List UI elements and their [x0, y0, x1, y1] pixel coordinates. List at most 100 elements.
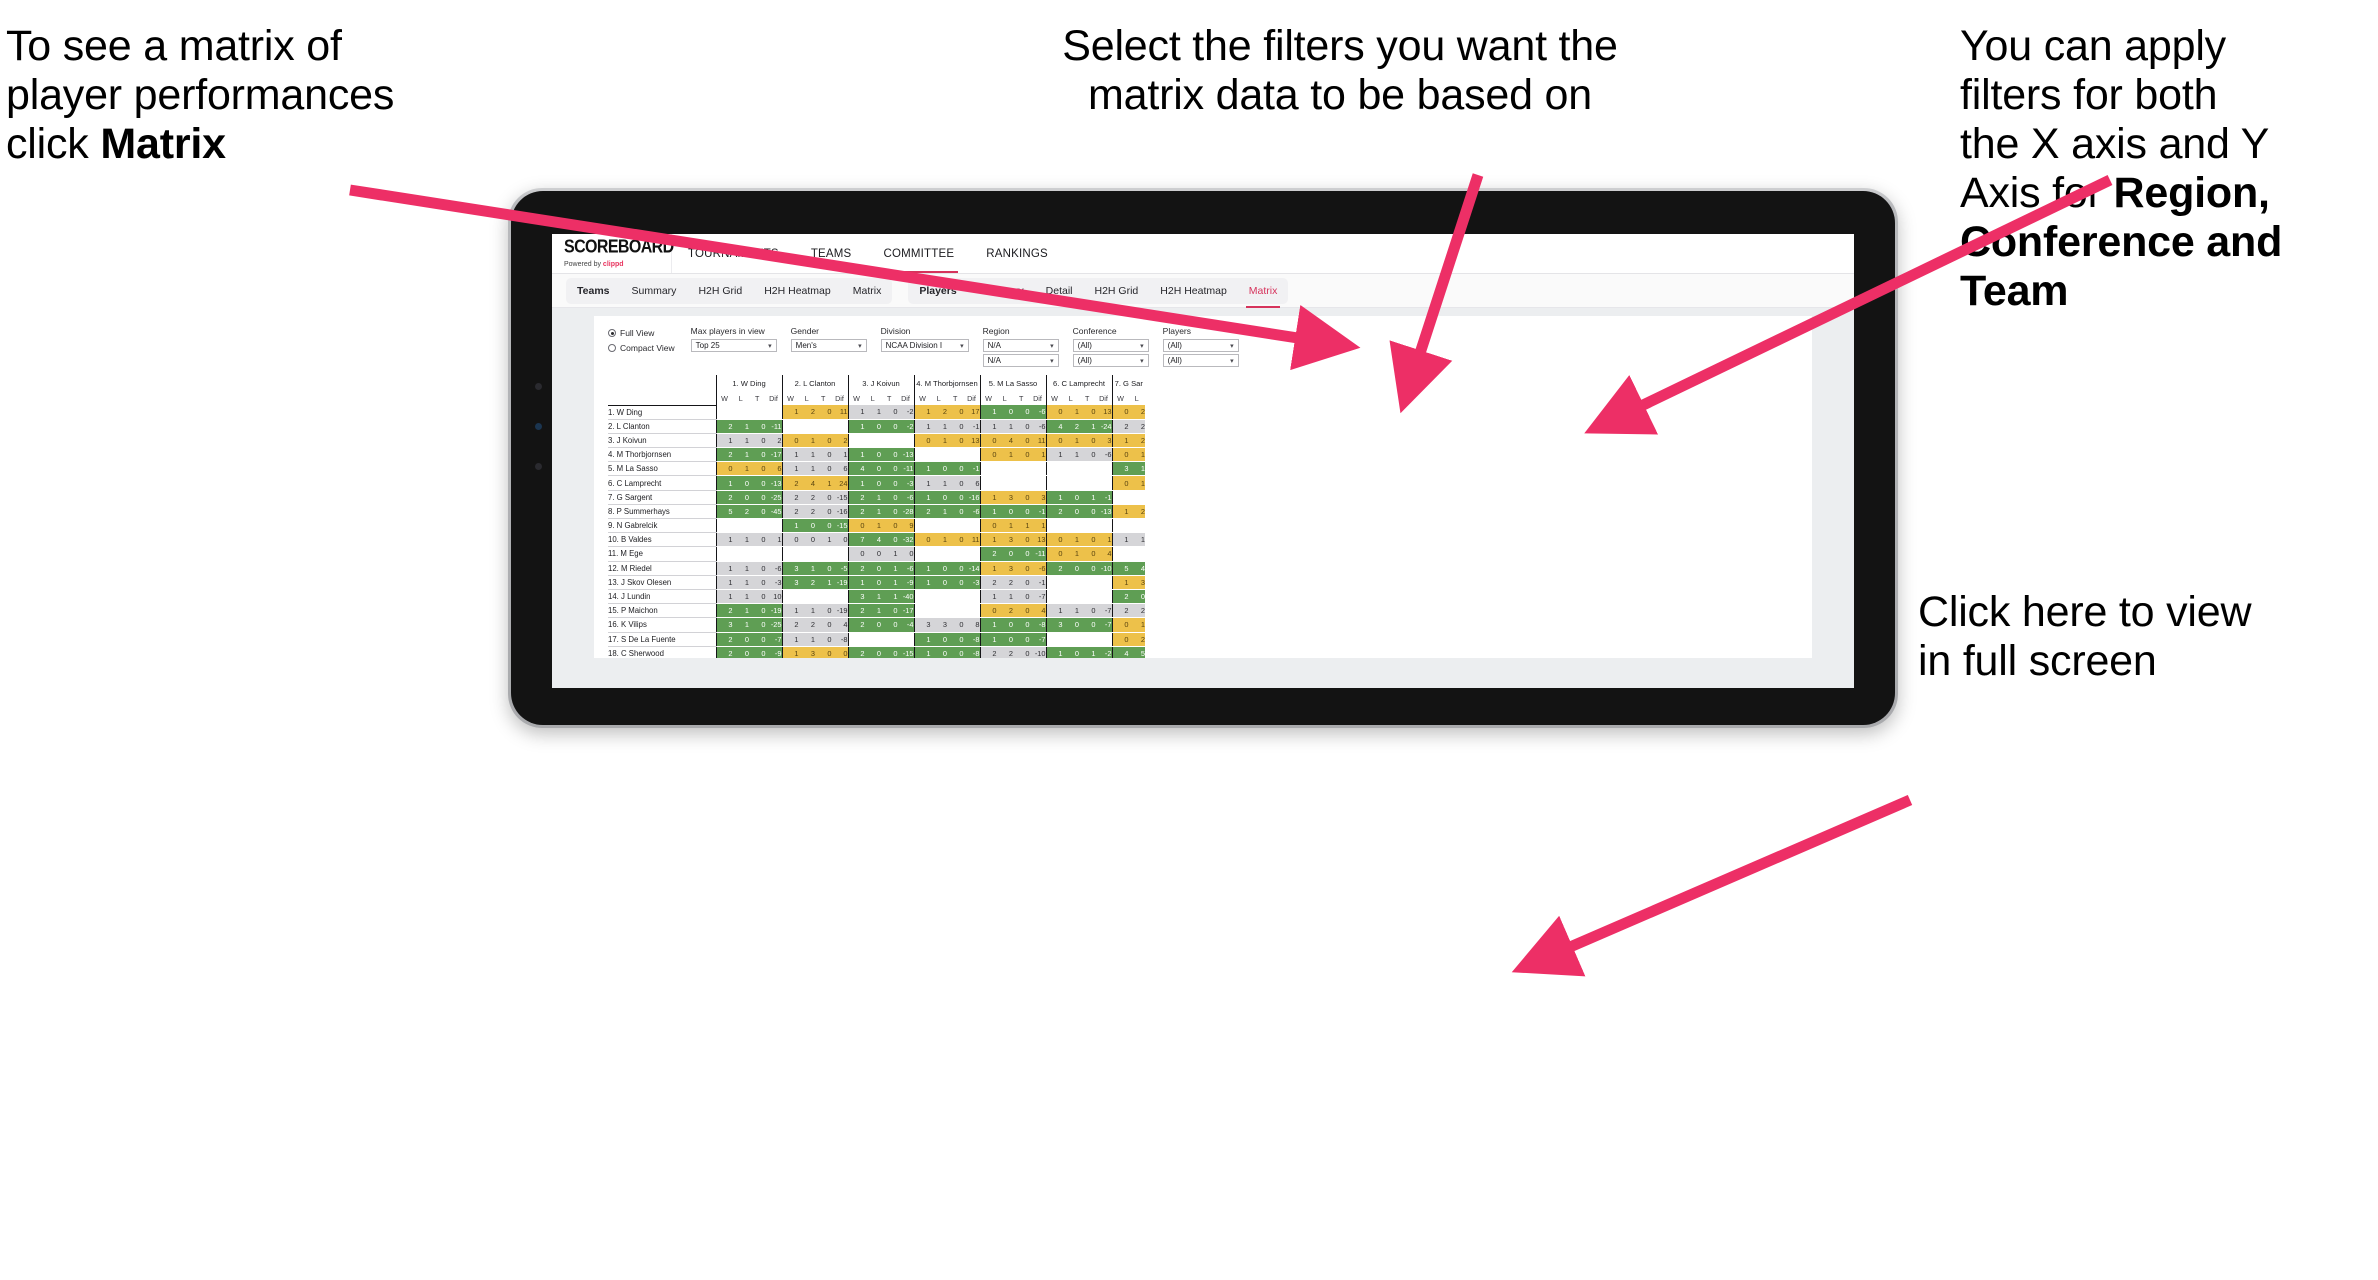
matrix-cell[interactable]: 0 — [1013, 433, 1030, 449]
matrix-cell[interactable]: 1 — [1045, 447, 1063, 463]
matrix-cell[interactable] — [1128, 546, 1145, 562]
matrix-cell[interactable]: 2 — [930, 405, 947, 420]
matrix-cell[interactable]: 2 — [798, 617, 815, 633]
matrix-cell[interactable] — [1013, 461, 1030, 477]
radio-full-view[interactable]: Full View — [608, 328, 675, 338]
matrix-cell[interactable] — [1062, 589, 1079, 605]
matrix-cell[interactable]: 2 — [798, 490, 815, 505]
matrix-cell[interactable]: 0 — [815, 518, 832, 534]
matrix-cell[interactable]: 0 — [732, 646, 749, 658]
matrix-cell[interactable]: -13 — [897, 447, 914, 463]
matrix-cell[interactable]: -11 — [765, 419, 782, 434]
matrix-cell[interactable]: 13 — [1095, 405, 1112, 420]
matrix-cell[interactable]: 0 — [1013, 575, 1030, 590]
matrix-cell[interactable]: 0 — [864, 617, 881, 633]
matrix-cell[interactable]: 0 — [1079, 532, 1096, 548]
matrix-cell[interactable]: -6 — [1029, 561, 1046, 576]
matrix-cell[interactable]: 1 — [881, 546, 898, 562]
matrix-cell[interactable]: -7 — [1095, 603, 1112, 619]
matrix-cell[interactable]: 2 — [1128, 504, 1145, 520]
matrix-cell[interactable]: 3 — [930, 617, 947, 633]
matrix-cell[interactable]: 2 — [847, 561, 865, 576]
tab-players-summary[interactable]: Summary — [968, 278, 1035, 304]
matrix-cell[interactable] — [781, 546, 799, 562]
matrix-cell[interactable]: 0 — [1062, 617, 1079, 633]
matrix-cell[interactable]: 17 — [963, 405, 980, 420]
matrix-cell[interactable] — [815, 546, 832, 562]
matrix-cell[interactable] — [1095, 632, 1112, 647]
matrix-cell[interactable]: 1 — [881, 561, 898, 576]
nav-item-tournaments[interactable]: TOURNAMENTS — [672, 234, 795, 273]
matrix-cell[interactable]: 0 — [864, 546, 881, 562]
matrix-cell[interactable] — [765, 518, 782, 534]
matrix-cell[interactable]: 0 — [947, 490, 964, 505]
matrix-cell[interactable]: 0 — [815, 405, 832, 420]
matrix-cell[interactable]: 0 — [749, 575, 766, 590]
matrix-cell[interactable]: 4 — [847, 461, 865, 477]
matrix-row-label[interactable]: 1. W Ding — [608, 405, 716, 420]
matrix-cell[interactable]: 0 — [881, 475, 898, 491]
matrix-cell[interactable] — [1045, 518, 1063, 534]
matrix-cell[interactable]: 0 — [815, 433, 832, 449]
matrix-cell[interactable] — [1128, 490, 1145, 505]
matrix-cell[interactable]: 0 — [1013, 646, 1030, 658]
matrix-cell[interactable] — [1095, 518, 1112, 534]
matrix-cell[interactable] — [947, 518, 964, 534]
matrix-cell[interactable]: 1 — [979, 589, 997, 605]
matrix-cell[interactable] — [1079, 632, 1096, 647]
matrix-cell[interactable] — [732, 405, 749, 420]
matrix-cell[interactable] — [732, 546, 749, 562]
matrix-cell[interactable]: 2 — [715, 419, 733, 434]
matrix-cell[interactable]: 1 — [979, 419, 997, 434]
matrix-cell[interactable]: 0 — [815, 603, 832, 619]
matrix-cell[interactable] — [1079, 575, 1096, 590]
nav-item-rankings[interactable]: RANKINGS — [970, 234, 1064, 273]
matrix-cell[interactable] — [979, 461, 997, 477]
matrix-cell[interactable] — [715, 405, 733, 420]
matrix-cell[interactable]: 0 — [1062, 504, 1079, 520]
matrix-cell[interactable]: 0 — [1013, 419, 1030, 434]
matrix-cell[interactable] — [913, 447, 931, 463]
matrix-cell[interactable]: 1 — [1095, 532, 1112, 548]
matrix-cell[interactable]: -1 — [1095, 490, 1112, 505]
matrix-cell[interactable]: 0 — [847, 518, 865, 534]
matrix-cell[interactable] — [831, 546, 848, 562]
matrix-cell[interactable]: 3 — [715, 617, 733, 633]
radio-compact-view[interactable]: Compact View — [608, 343, 675, 353]
matrix-cell[interactable] — [930, 589, 947, 605]
matrix-row[interactable]: 12. M Riedel 1 1 0 -6 3 1 0 -5 2 0 1 -6 1 0 0 -14 1 3 0 -6 2 0… — [608, 561, 1145, 576]
matrix-cell[interactable]: 1 — [1128, 475, 1145, 491]
matrix-cell[interactable]: 1 — [1029, 518, 1046, 534]
matrix-cell[interactable]: 1 — [930, 419, 947, 434]
matrix-cell[interactable] — [897, 433, 914, 449]
matrix-row-label[interactable]: 13. J Skov Olesen — [608, 575, 716, 590]
filter-region-x-select[interactable]: N/A ▾ — [982, 339, 1059, 352]
matrix-cell[interactable]: 2 — [732, 504, 749, 520]
matrix-cell[interactable]: -2 — [897, 419, 914, 434]
matrix-cell[interactable]: 0 — [749, 504, 766, 520]
matrix-cell[interactable]: 10 — [765, 589, 782, 605]
matrix-cell[interactable]: 0 — [881, 490, 898, 505]
matrix-cell[interactable]: 2 — [781, 617, 799, 633]
matrix-cell[interactable]: 0 — [831, 646, 848, 658]
matrix-cell[interactable]: 1 — [996, 589, 1013, 605]
matrix-cell[interactable]: 0 — [1128, 589, 1145, 605]
matrix-cell[interactable]: 1 — [1128, 532, 1145, 548]
matrix-cell[interactable]: -15 — [831, 518, 848, 534]
matrix-cell[interactable] — [963, 518, 980, 534]
matrix-cell[interactable]: 1 — [847, 475, 865, 491]
matrix-cell[interactable]: 2 — [715, 603, 733, 619]
matrix-cell[interactable] — [963, 589, 980, 605]
matrix-cell[interactable]: 0 — [864, 419, 881, 434]
matrix-column-header[interactable]: 2. L Clanton — [781, 375, 848, 391]
matrix-cell[interactable] — [831, 589, 848, 605]
matrix-cell[interactable]: -17 — [765, 447, 782, 463]
matrix-cell[interactable]: 1 — [1111, 433, 1129, 449]
matrix-cell[interactable]: 2 — [715, 490, 733, 505]
matrix-cell[interactable]: 1 — [732, 603, 749, 619]
matrix-cell[interactable]: -32 — [897, 532, 914, 548]
matrix-cell[interactable]: 1 — [715, 589, 733, 605]
matrix-cell[interactable]: 2 — [996, 646, 1013, 658]
matrix-cell[interactable]: 1 — [913, 405, 931, 420]
matrix-cell[interactable]: 0 — [1079, 447, 1096, 463]
